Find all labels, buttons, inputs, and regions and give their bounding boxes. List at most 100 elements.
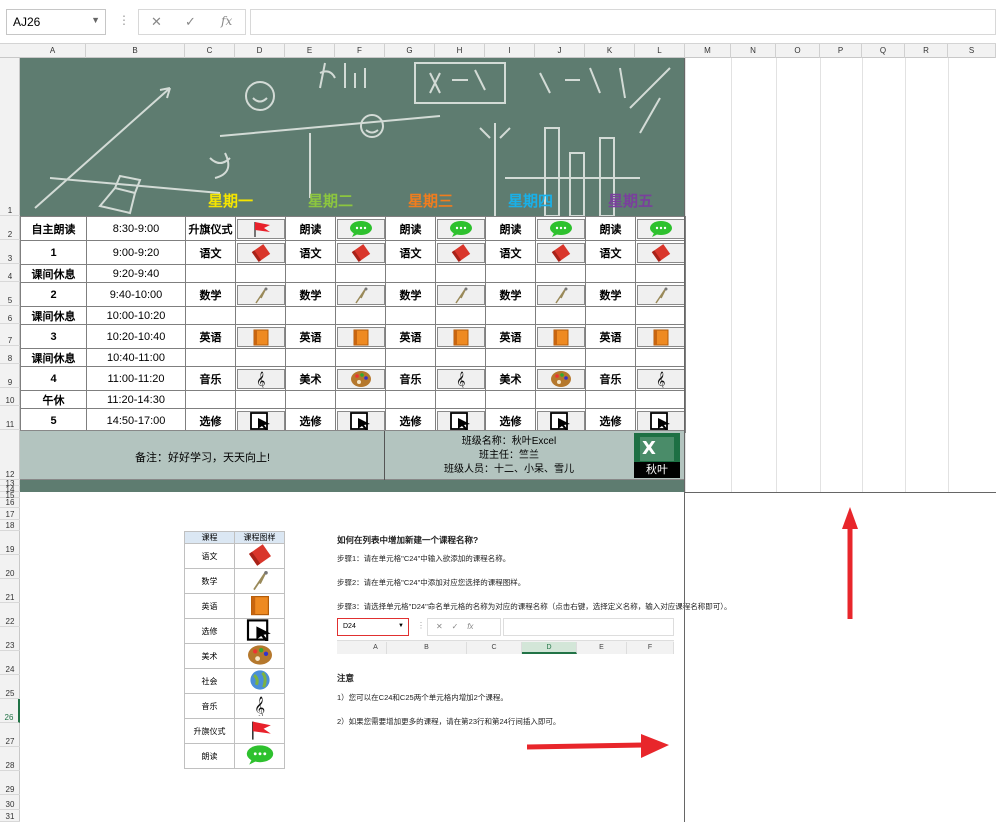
subject-cell[interactable]: 语文 [485, 240, 536, 265]
subject-icon-cell[interactable] [435, 408, 486, 433]
period-cell[interactable]: 2 [20, 282, 87, 307]
subject-cell[interactable]: 数学 [385, 282, 436, 307]
column-header-O[interactable]: O [776, 44, 820, 58]
subject-icon-cell[interactable] [235, 282, 286, 307]
subject-cell[interactable]: 数学 [585, 282, 636, 307]
subject-cell[interactable]: 选修 [485, 408, 536, 433]
row-header-24[interactable]: 24 [0, 651, 20, 675]
subject-icon-cell[interactable] [335, 240, 386, 265]
course-name-cell[interactable]: 语文 [184, 543, 235, 569]
course-name-cell[interactable]: 英语 [184, 593, 235, 619]
column-header-M[interactable]: M [685, 44, 731, 58]
subject-cell[interactable]: 英语 [285, 324, 336, 349]
course-name-cell[interactable]: 美术 [184, 643, 235, 669]
subject-cell[interactable] [585, 390, 636, 409]
row-header-23[interactable]: 23 [0, 627, 20, 651]
subject-cell[interactable] [185, 264, 236, 283]
subject-icon-cell[interactable] [235, 216, 286, 241]
subject-icon-cell[interactable] [635, 348, 686, 367]
subject-cell[interactable]: 语文 [185, 240, 236, 265]
column-header-A[interactable]: A [20, 44, 86, 58]
time-cell[interactable]: 8:30-9:00 [86, 216, 186, 241]
subject-icon-cell[interactable] [335, 306, 386, 325]
subject-cell[interactable]: 选修 [185, 408, 236, 433]
row-header-7[interactable]: 7 [0, 324, 20, 346]
subject-icon-cell[interactable] [335, 264, 386, 283]
course-icon-cell[interactable] [234, 718, 285, 744]
subject-icon-cell[interactable] [235, 408, 286, 433]
subject-icon-cell[interactable] [235, 390, 286, 409]
subject-cell[interactable]: 数学 [285, 282, 336, 307]
subject-cell[interactable]: 朗读 [585, 216, 636, 241]
row-header-2[interactable]: 2 [0, 216, 20, 240]
column-header-H[interactable]: H [435, 44, 485, 58]
subject-cell[interactable] [585, 264, 636, 283]
subject-cell[interactable] [285, 264, 336, 283]
subject-icon-cell[interactable] [335, 282, 386, 307]
subject-cell[interactable] [185, 306, 236, 325]
subject-cell[interactable]: 音乐 [385, 366, 436, 391]
column-header-K[interactable]: K [585, 44, 635, 58]
subject-cell[interactable]: 美术 [485, 366, 536, 391]
period-cell[interactable]: 自主朗读 [20, 216, 87, 241]
subject-icon-cell[interactable] [435, 324, 486, 349]
row-header-17[interactable]: 17 [0, 508, 20, 520]
row-header-11[interactable]: 11 [0, 406, 20, 430]
subject-cell[interactable]: 朗读 [485, 216, 536, 241]
time-cell[interactable]: 10:20-10:40 [86, 324, 186, 349]
row-header-12[interactable]: 12 [0, 430, 20, 480]
subject-cell[interactable]: 美术 [285, 366, 336, 391]
row-header-1[interactable]: 1 [0, 58, 20, 216]
row-header-27[interactable]: 27 [0, 723, 20, 747]
time-cell[interactable]: 9:40-10:00 [86, 282, 186, 307]
subject-icon-cell[interactable] [635, 390, 686, 409]
subject-cell[interactable] [385, 348, 436, 367]
cancel-icon[interactable]: ✕ [151, 14, 162, 30]
row-header-10[interactable]: 10 [0, 388, 20, 406]
subject-icon-cell[interactable] [335, 366, 386, 391]
subject-icon-cell[interactable] [635, 408, 686, 433]
period-cell[interactable]: 课间休息 [20, 348, 87, 367]
column-header-L[interactable]: L [635, 44, 685, 58]
subject-cell[interactable] [285, 348, 336, 367]
row-header-22[interactable]: 22 [0, 603, 20, 627]
row-header-8[interactable]: 8 [0, 346, 20, 364]
column-header-E[interactable]: E [285, 44, 335, 58]
column-header-I[interactable]: I [485, 44, 535, 58]
column-header-S[interactable]: S [948, 44, 996, 58]
subject-icon-cell[interactable] [635, 306, 686, 325]
subject-cell[interactable] [585, 306, 636, 325]
course-table-header[interactable]: 课程图样 [234, 531, 285, 544]
course-icon-cell[interactable] [234, 593, 285, 619]
time-cell[interactable]: 11:00-11:20 [86, 366, 186, 391]
formula-input[interactable] [250, 9, 996, 35]
time-cell[interactable]: 11:20-14:30 [86, 390, 186, 409]
column-header-P[interactable]: P [820, 44, 862, 58]
course-name-cell[interactable]: 音乐 [184, 693, 235, 719]
more-options-icon[interactable]: ⋮ [118, 13, 130, 27]
subject-cell[interactable] [385, 264, 436, 283]
course-icon-cell[interactable] [234, 568, 285, 594]
subject-icon-cell[interactable] [435, 282, 486, 307]
subject-cell[interactable]: 英语 [485, 324, 536, 349]
subject-icon-cell[interactable] [235, 324, 286, 349]
name-box[interactable]: AJ26 ▼ [6, 9, 106, 35]
subject-icon-cell[interactable]: 𝄞 [235, 366, 286, 391]
row-header-31[interactable]: 31 [0, 810, 20, 822]
course-name-cell[interactable]: 社会 [184, 668, 235, 694]
subject-cell[interactable]: 音乐 [185, 366, 236, 391]
subject-icon-cell[interactable] [335, 216, 386, 241]
subject-cell[interactable]: 朗读 [285, 216, 336, 241]
column-header-B[interactable]: B [86, 44, 185, 58]
time-cell[interactable]: 14:50-17:00 [86, 408, 186, 433]
chevron-down-icon[interactable]: ▼ [91, 15, 100, 25]
subject-icon-cell[interactable] [235, 306, 286, 325]
subject-cell[interactable]: 朗读 [385, 216, 436, 241]
period-cell[interactable]: 午休 [20, 390, 87, 409]
period-cell[interactable]: 课间休息 [20, 264, 87, 283]
course-icon-cell[interactable] [234, 668, 285, 694]
subject-icon-cell[interactable] [635, 282, 686, 307]
course-icon-cell[interactable]: 𝄞 [234, 693, 285, 719]
subject-icon-cell[interactable] [435, 216, 486, 241]
column-header-J[interactable]: J [535, 44, 585, 58]
